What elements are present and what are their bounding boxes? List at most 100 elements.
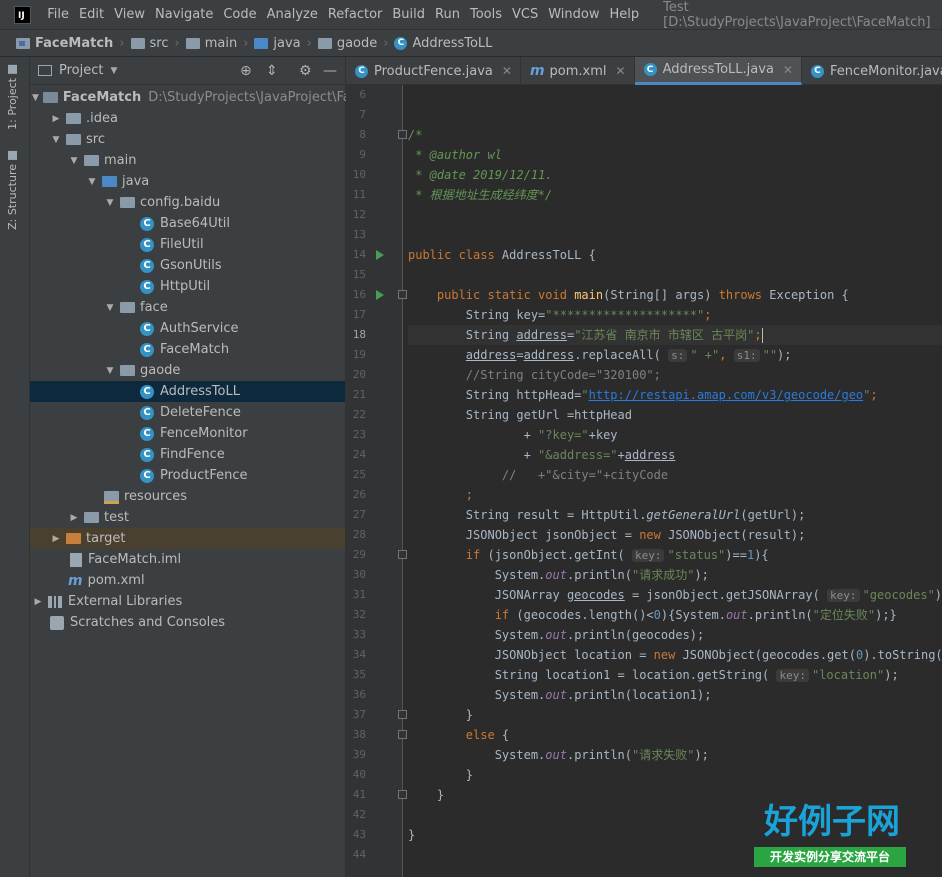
close-icon[interactable]: ✕ xyxy=(616,64,626,78)
code-line: if (jsonObject.getInt( key: "status")==1)… xyxy=(408,545,769,565)
menu-refactor[interactable]: Refactor xyxy=(324,0,387,29)
collapsed-arrow-icon[interactable]: ▶ xyxy=(68,513,80,523)
tree-item-productfence[interactable]: C ProductFence xyxy=(30,465,345,486)
breadcrumb-src[interactable]: src › xyxy=(130,36,186,51)
tree-item-authservice[interactable]: C AuthService xyxy=(30,318,345,339)
tree-item-httputil[interactable]: C HttpUtil xyxy=(30,276,345,297)
collapsed-arrow-icon[interactable]: ▶ xyxy=(50,534,62,544)
keyword: new xyxy=(639,528,669,542)
tree-item-target[interactable]: ▶ target xyxy=(30,528,345,549)
tree-item-findfence[interactable]: C FindFence xyxy=(30,444,345,465)
run-main-icon[interactable] xyxy=(376,290,384,300)
fold-marker-icon[interactable] xyxy=(398,710,407,719)
breadcrumb-main[interactable]: main › xyxy=(185,36,255,51)
tree-item-external-libraries[interactable]: ▶ External Libraries xyxy=(30,591,345,612)
breadcrumb-facematch[interactable]: FaceMatch › xyxy=(16,36,131,51)
line-number: 41 xyxy=(352,788,366,801)
tree-item-facematch-root[interactable]: ▼ FaceMatch D:\StudyProjects\JavaProject\F… xyxy=(30,87,377,108)
tab-pom-xml[interactable]: m pom.xml ✕ xyxy=(521,57,635,85)
menu-help[interactable]: Help xyxy=(606,0,644,29)
tree-item-facematch-iml[interactable]: FaceMatch.iml xyxy=(30,549,345,570)
tab-fencemonitor[interactable]: CFenceMonitor.java✕ xyxy=(802,57,942,85)
project-view-selector[interactable]: Project xyxy=(59,63,103,78)
expanded-arrow-icon[interactable]: ▼ xyxy=(86,177,98,187)
breadcrumb-gaode[interactable]: gaode › xyxy=(317,36,395,51)
tree-item-addresstoll[interactable]: C AddressToLL xyxy=(30,381,345,402)
doc-comment: * 根据地址生成经纬度*/ xyxy=(408,188,553,202)
tree-item-label: FaceMatch xyxy=(62,90,142,105)
menu-navigate[interactable]: Navigate xyxy=(151,0,217,29)
code-text: Exception { xyxy=(769,288,849,302)
tree-item-label: FaceMatch xyxy=(160,342,230,357)
tree-item-config-baidu[interactable]: ▼ config.baidu xyxy=(30,192,345,213)
fold-marker-icon[interactable] xyxy=(398,730,407,739)
menu-view[interactable]: View xyxy=(110,0,149,29)
menu-build[interactable]: Build xyxy=(388,0,429,29)
side-tab-structure[interactable]: Z: Structure xyxy=(6,151,19,230)
menu-edit[interactable]: Edit xyxy=(75,0,108,29)
intellij-logo-icon[interactable]: IJ xyxy=(14,5,32,24)
hide-icon[interactable]: — xyxy=(323,63,337,79)
watermark-subtitle: 开发实例分享交流平台 xyxy=(754,847,906,867)
tree-item-label: face xyxy=(140,300,168,315)
menu-window[interactable]: Window xyxy=(544,0,603,29)
tree-item-test[interactable]: ▶ test xyxy=(30,507,345,528)
collapsed-arrow-icon[interactable]: ▶ xyxy=(50,114,62,124)
tree-item-resources[interactable]: resources xyxy=(30,486,345,507)
line-number: 25 xyxy=(352,468,366,481)
fold-marker-icon[interactable] xyxy=(398,130,407,139)
tree-item-gsonutils[interactable]: C GsonUtils xyxy=(30,255,345,276)
menu-analyze[interactable]: Analyze xyxy=(263,0,322,29)
package-icon xyxy=(317,37,332,49)
parameter-hint: s1: xyxy=(733,349,760,362)
tree-item-src[interactable]: ▼ src xyxy=(30,129,345,150)
collapsed-arrow-icon[interactable]: ▶ xyxy=(32,597,44,607)
fold-marker-icon[interactable] xyxy=(398,790,407,799)
expanded-arrow-icon[interactable]: ▼ xyxy=(50,135,62,145)
tree-item-gaode[interactable]: ▼ gaode xyxy=(30,360,345,381)
tree-item-face[interactable]: ▼ face xyxy=(30,297,345,318)
fold-marker-icon[interactable] xyxy=(398,290,407,299)
expanded-arrow-icon[interactable]: ▼ xyxy=(104,198,116,208)
close-icon[interactable]: ✕ xyxy=(502,64,512,78)
close-icon[interactable]: ✕ xyxy=(783,63,793,77)
collapse-all-icon[interactable]: ⇕ xyxy=(266,63,278,79)
code-text: JSONArray xyxy=(494,588,567,602)
tree-item-idea[interactable]: ▶ .idea xyxy=(30,108,345,129)
tree-item-pom-xml[interactable]: m pom.xml xyxy=(30,570,345,591)
code-editor[interactable]: 6 7 8 9 10 11 12 13 14 15 16 17 18 19 20… xyxy=(346,85,942,877)
expanded-arrow-icon[interactable]: ▼ xyxy=(68,156,80,166)
menu-run[interactable]: Run xyxy=(431,0,464,29)
tree-item-fencemonitor[interactable]: C FenceMonitor xyxy=(30,423,345,444)
menu-code[interactable]: Code xyxy=(219,0,260,29)
side-tab-project[interactable]: 1: Project xyxy=(6,65,19,130)
project-panel-header: Project ▼ ⊕ ⇕ ⚙ — xyxy=(30,57,345,85)
tree-item-fileutil[interactable]: C FileUtil xyxy=(30,234,345,255)
url-link[interactable]: http://restapi.amap.com/v3/geocode/geo xyxy=(589,388,864,402)
breadcrumb-java[interactable]: java › xyxy=(254,36,317,51)
folder-icon xyxy=(66,113,81,124)
fold-marker-icon[interactable] xyxy=(398,550,407,559)
expanded-arrow-icon[interactable]: ▼ xyxy=(32,93,39,103)
run-class-icon[interactable] xyxy=(376,250,384,260)
tree-item-base64util[interactable]: C Base64Util xyxy=(30,213,345,234)
tree-item-main[interactable]: ▼ main xyxy=(30,150,345,171)
tab-addresstoll[interactable]: C AddressToLL.java ✕ xyxy=(634,57,802,85)
breadcrumb-addresstoll[interactable]: C AddressToLL xyxy=(394,36,492,51)
chevron-down-icon[interactable]: ▼ xyxy=(110,66,117,76)
menu-vcs[interactable]: VCS xyxy=(508,0,542,29)
code-text: String result = HttpUtil. xyxy=(465,508,647,522)
expanded-arrow-icon[interactable]: ▼ xyxy=(104,366,116,376)
code-text: String location1 = location.getString( xyxy=(494,668,777,682)
keyword: public class xyxy=(408,248,502,262)
tree-item-java[interactable]: ▼ java xyxy=(30,171,345,192)
expanded-arrow-icon[interactable]: ▼ xyxy=(104,303,116,313)
gear-icon[interactable]: ⚙ xyxy=(299,63,312,79)
tree-item-scratches[interactable]: Scratches and Consoles xyxy=(30,612,345,633)
menu-tools[interactable]: Tools xyxy=(466,0,506,29)
tab-productfence[interactable]: C ProductFence.java ✕ xyxy=(346,57,521,85)
menu-file[interactable]: File xyxy=(43,0,73,29)
locate-icon[interactable]: ⊕ xyxy=(240,63,252,79)
tree-item-facematch-class[interactable]: C FaceMatch xyxy=(30,339,345,360)
tree-item-deletefence[interactable]: C DeleteFence xyxy=(30,402,345,423)
